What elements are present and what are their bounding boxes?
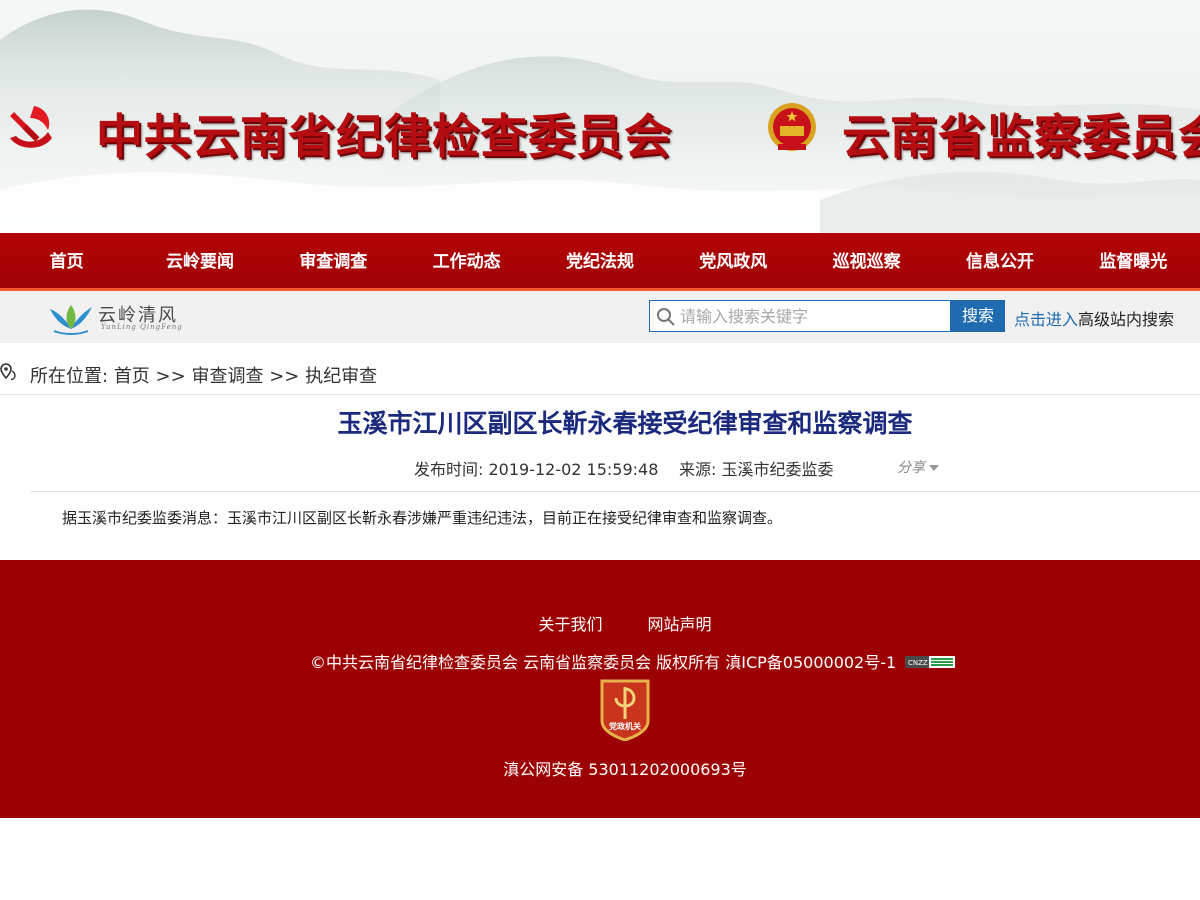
article-body: 据玉溪市纪委监委消息：玉溪市江川区副区长靳永春涉嫌严重违纪违法，目前正在接受纪律… — [62, 509, 783, 527]
breadcrumb-text: 所在位置: 首页 >> 审查调查 >> 执纪审查 — [30, 362, 377, 388]
advanced-search-text: 高级站内搜索 — [1078, 310, 1175, 329]
share-label: 分享 — [897, 460, 925, 476]
chevron-down-icon — [929, 465, 939, 471]
nav-item-yunling-news[interactable]: 云岭要闻 — [133, 233, 266, 288]
search-icon — [657, 308, 675, 326]
police-record[interactable]: 滇公网安备 53011202000693号 — [0, 756, 1200, 780]
share-button[interactable]: 分享 — [897, 457, 939, 477]
site-logo[interactable]: 云岭清风 YunLing QingFeng — [46, 299, 196, 337]
location-pin-icon — [0, 363, 16, 381]
advanced-search-link[interactable]: 点击进入 — [1014, 310, 1078, 329]
footer-link-about[interactable]: 关于我们 — [538, 615, 602, 634]
article-source: 来源: 玉溪市纪委监委 — [679, 460, 834, 479]
breadcrumb-investigation[interactable]: 审查调查 — [191, 366, 263, 387]
header-banner: 中共云南省纪律检查委员会 云南省监察委员会 — [0, 0, 1200, 233]
banner-title-commission: 中共云南省纪律检查委员会 — [96, 110, 672, 165]
badge-label: 党政机关 — [609, 721, 641, 731]
government-site-badge-icon[interactable]: 党政机关 — [598, 677, 652, 741]
nav-item-investigation[interactable]: 审查调查 — [267, 233, 400, 288]
footer-link-statement[interactable]: 网站声明 — [648, 615, 712, 634]
article-divider — [30, 491, 1200, 492]
breadcrumb-label: 所在位置: — [30, 366, 109, 387]
breadcrumb: 所在位置: 首页 >> 审查调查 >> 执纪审查 — [0, 343, 1200, 395]
lotus-logo-icon — [50, 305, 92, 335]
breadcrumb-separator: >> — [155, 366, 186, 387]
footer: 关于我们 网站声明 ©中共云南省纪律检查委员会 云南省监察委员会 版权所有 滇I… — [0, 560, 1200, 818]
nav-item-exposure[interactable]: 监督曝光 — [1067, 233, 1200, 288]
breadcrumb-home[interactable]: 首页 — [114, 366, 150, 387]
publish-time: 发布时间: 2019-12-02 15:59:48 — [414, 460, 659, 479]
main-nav: 首页 云岭要闻 审查调查 工作动态 党纪法规 党风政风 巡视巡察 信息公开 监督… — [0, 233, 1200, 291]
cnzz-stats-icon[interactable]: CNZZ — [905, 655, 956, 668]
nav-item-home[interactable]: 首页 — [0, 233, 133, 288]
party-emblem-icon — [10, 106, 52, 148]
logo-subtext: YunLing QingFeng — [101, 323, 183, 331]
banner-title-supervision: 云南省监察委员会 — [842, 110, 1200, 165]
search-button[interactable]: 搜索 — [951, 300, 1005, 332]
search-bar-strip: 云岭清风 YunLing QingFeng 搜索 点击进入高级站内搜索 — [0, 291, 1200, 343]
cnzz-badge-graphic: CNZZ — [905, 655, 954, 668]
nav-item-disclosure[interactable]: 信息公开 — [933, 233, 1066, 288]
nav-item-conduct[interactable]: 党风政风 — [667, 233, 800, 288]
national-emblem-icon — [768, 103, 816, 151]
search-input[interactable] — [680, 301, 948, 331]
advanced-search: 点击进入高级站内搜索 — [1014, 306, 1174, 330]
article-title: 玉溪市江川区副区长靳永春接受纪律审查和监察调查 — [337, 409, 913, 438]
nav-item-party-rules[interactable]: 党纪法规 — [533, 233, 666, 288]
breadcrumb-separator: >> — [269, 366, 300, 387]
copyright-text: ©中共云南省纪律检查委员会 云南省监察委员会 版权所有 滇ICP备0500000… — [310, 653, 897, 672]
copyright: ©中共云南省纪律检查委员会 云南省监察委员会 版权所有 滇ICP备0500000… — [310, 649, 956, 673]
footer-links: 关于我们 网站声明 — [0, 611, 1200, 635]
breadcrumb-current[interactable]: 执纪审查 — [305, 366, 377, 387]
nav-item-work-news[interactable]: 工作动态 — [400, 233, 533, 288]
nav-item-inspection[interactable]: 巡视巡察 — [800, 233, 933, 288]
cnzz-label: CNZZ — [908, 659, 928, 667]
search-box — [649, 300, 951, 332]
